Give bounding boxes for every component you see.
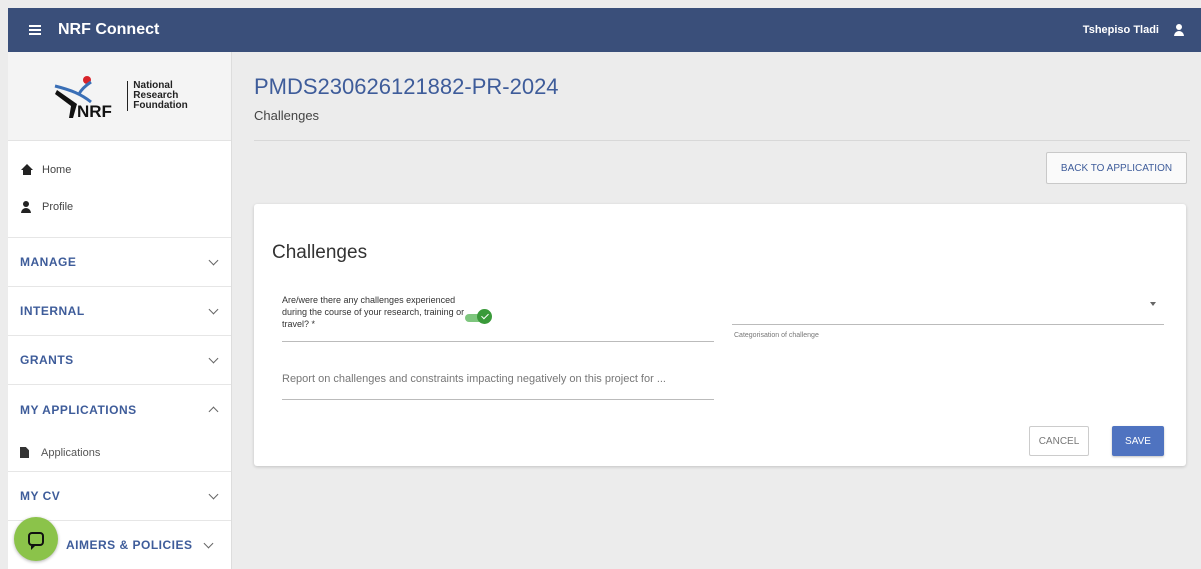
user-name: Tshepiso Tladi [1082,24,1159,36]
chevron-down-icon [203,538,213,548]
logo-line: Foundation [133,100,188,111]
logo-area: NRF National Research Foundation [8,52,231,141]
challenge-category-hint: Categorisation of challenge [734,332,819,339]
sidebar: NRF National Research Foundation Home Pr… [8,52,232,569]
chevron-down-icon [208,353,219,363]
nrf-logo: NRF National Research Foundation [51,72,188,120]
top-app-bar: NRF Connect Tshepiso Tladi [8,8,1201,52]
challenge-category-select[interactable] [732,284,1164,325]
nav-link-label: Home [42,163,72,176]
challenges-question-label: Are/were there any challenges experience… [282,295,465,329]
nav-section-label: GRANTS [20,353,74,367]
sidebar-item-applications[interactable]: Applications [8,434,231,472]
app-title: NRF Connect [58,21,160,38]
save-button[interactable]: SAVE [1112,426,1164,456]
card-title: Challenges [272,242,368,263]
hamburger-menu-icon[interactable] [18,8,52,52]
header-divider [254,140,1190,141]
document-icon [20,447,29,458]
home-icon [20,163,34,176]
chevron-down-icon [208,255,219,265]
page-title: PMDS230626121882-PR-2024 [254,74,559,99]
nav-section-label: MANAGE [20,255,77,269]
page-header: PMDS230626121882-PR-2024 Challenges [254,74,559,123]
logo-wordmark: NRF [77,102,112,120]
person-icon[interactable] [1173,24,1185,36]
chat-bubble-icon [28,532,44,550]
challenges-card: Challenges Are/were there any challenges… [254,204,1186,466]
nav-section-label: INTERNAL [20,304,85,318]
sidebar-item-label: Applications [41,446,101,459]
nav-section-manage[interactable]: MANAGE [8,238,231,287]
dropdown-arrow-icon [1150,302,1156,306]
nav-section-label: MY APPLICATIONS [20,402,137,417]
nav-section-internal[interactable]: INTERNAL [8,287,231,336]
chevron-up-icon [208,406,219,417]
challenges-report-input[interactable]: Report on challenges and constraints imp… [282,364,714,400]
nav-link-profile[interactable]: Profile [8,188,231,225]
nav-link-home[interactable]: Home [8,151,231,188]
nav-link-label: Profile [42,200,74,213]
challenges-toggle[interactable] [465,309,492,324]
user-menu[interactable]: Tshepiso Tladi [1083,24,1185,36]
person-icon [20,200,34,213]
cancel-button[interactable]: CANCEL [1029,426,1089,456]
nav-section-label: AIMERS & POLICIES [66,538,193,552]
nav-section-my-applications[interactable]: MY APPLICATIONS [8,385,231,434]
nav-section-grants[interactable]: GRANTS [8,336,231,385]
challenges-question-field: Are/were there any challenges experience… [282,294,714,342]
chevron-down-icon [208,304,219,314]
check-icon [477,309,492,324]
nrf-logo-mark: NRF [54,76,112,120]
main-content: PMDS230626121882-PR-2024 Challenges BACK… [232,52,1201,569]
nav-links: Home Profile [8,141,231,238]
report-placeholder: Report on challenges and constraints imp… [282,373,666,385]
logo-text: National Research Foundation [127,81,188,111]
nav-section-label: MY CV [20,489,61,503]
page-subtitle: Challenges [254,108,320,123]
chat-launcher-button[interactable] [14,517,58,561]
nav-section-my-cv[interactable]: MY CV [8,472,231,521]
chevron-down-icon [208,489,219,499]
back-to-application-button[interactable]: BACK TO APPLICATION [1046,152,1187,184]
